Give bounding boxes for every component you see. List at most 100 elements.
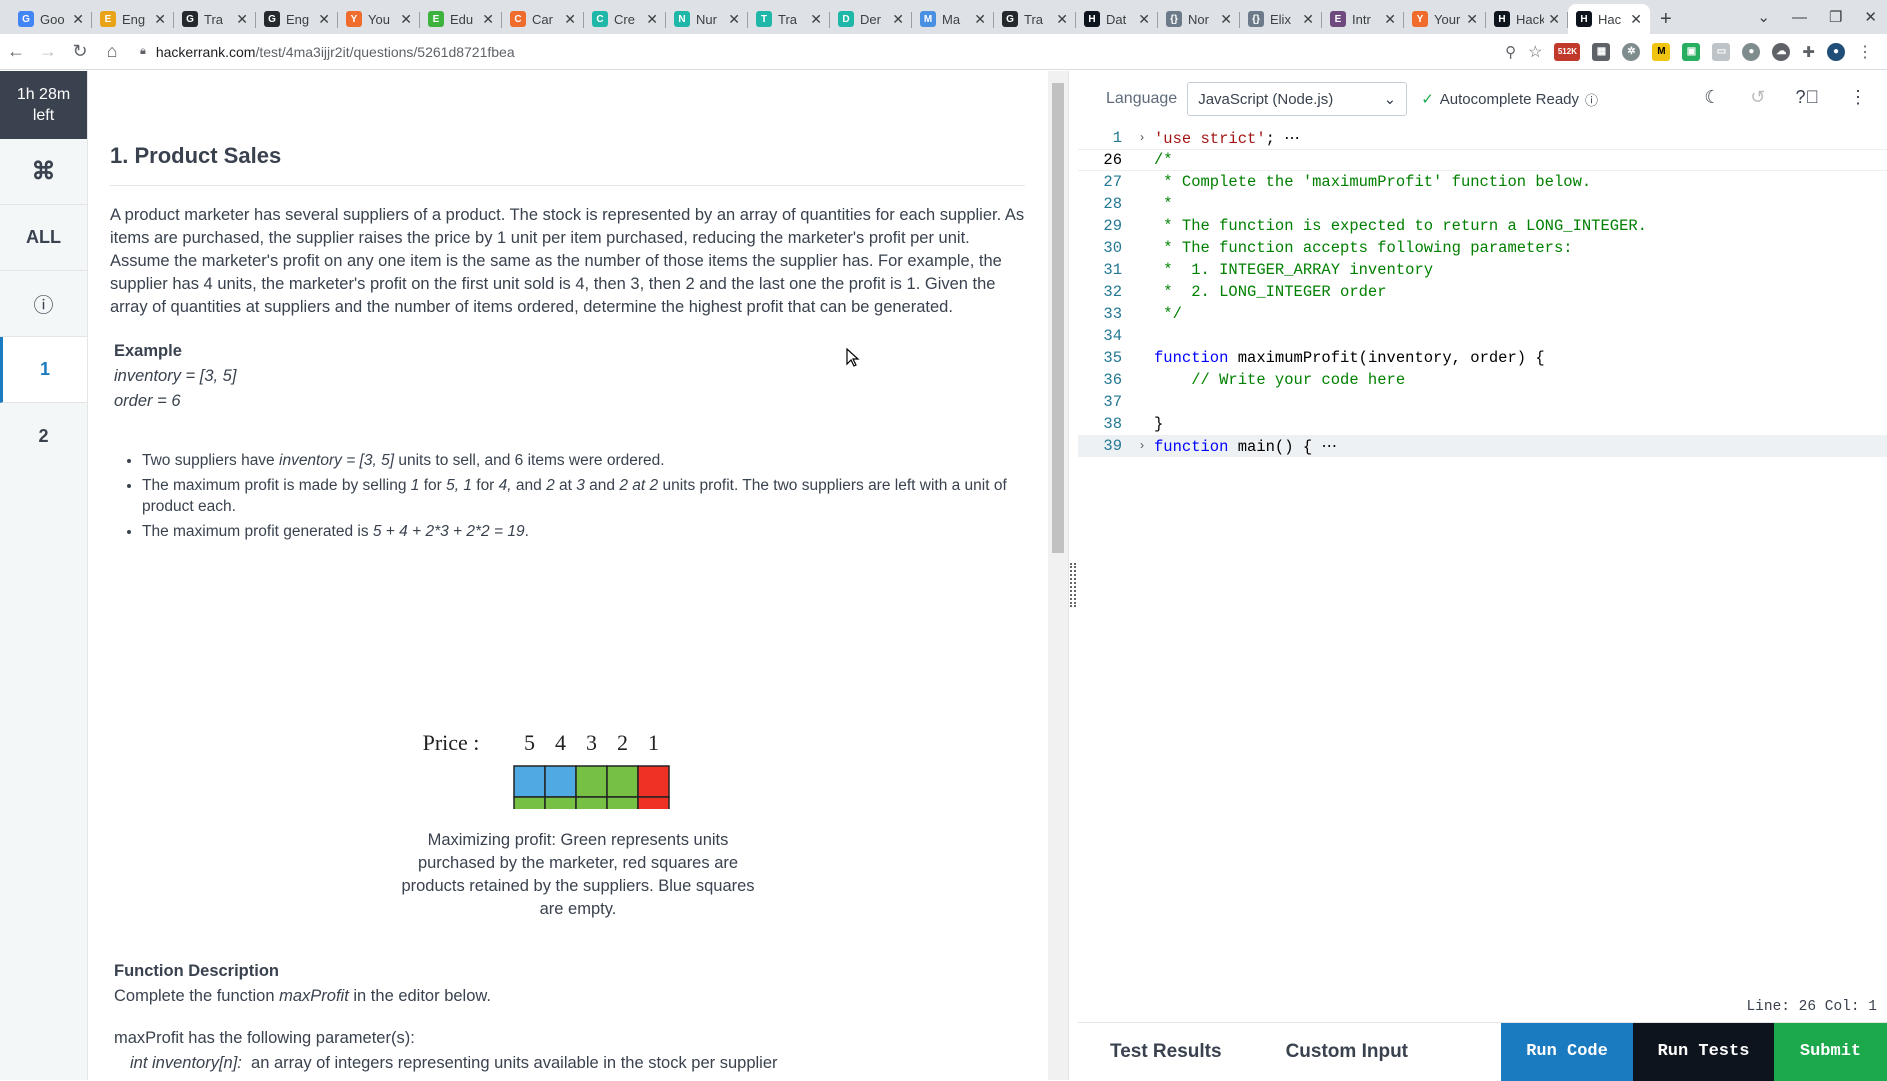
more-options-icon[interactable]: ⋮ xyxy=(1849,87,1867,108)
browser-tab[interactable]: Y Your ap✕ xyxy=(1404,4,1486,34)
home-icon[interactable]: ⌂ xyxy=(96,41,128,62)
tab-close-icon[interactable]: ✕ xyxy=(482,11,494,28)
tab-close-icon[interactable]: ✕ xyxy=(974,11,986,28)
browser-tab[interactable]: E Eng ✕ xyxy=(92,4,174,34)
question-2-button[interactable]: 2 xyxy=(0,403,87,469)
tab-search-icon[interactable]: ⌄ xyxy=(1757,8,1770,26)
code-line[interactable]: 28 * xyxy=(1078,193,1887,215)
browser-tab[interactable]: G Tra ✕ xyxy=(994,4,1076,34)
browser-tab[interactable]: H Hacker✕ xyxy=(1486,4,1568,34)
command-icon[interactable]: ⌘ xyxy=(0,139,87,205)
browser-tab-active[interactable]: H Hac ✕ xyxy=(1568,4,1650,34)
fold-chevron-icon[interactable]: › xyxy=(1130,439,1154,453)
reload-icon[interactable]: ↻ xyxy=(64,41,96,62)
green-extension-icon[interactable]: ▣ xyxy=(1682,42,1701,61)
browser-tab[interactable]: H Dat ✕ xyxy=(1076,4,1158,34)
new-tab-icon[interactable]: + xyxy=(1660,4,1672,34)
tab-close-icon[interactable]: ✕ xyxy=(1384,11,1396,28)
code-line[interactable]: 33 */ xyxy=(1078,303,1887,325)
browser-tab[interactable]: M Ma ✕ xyxy=(912,4,994,34)
code-line[interactable]: 38} xyxy=(1078,413,1887,435)
bookmark-star-icon[interactable]: ☆ xyxy=(1528,42,1542,62)
tab-close-icon[interactable]: ✕ xyxy=(1138,11,1150,28)
scrollbar-thumb[interactable] xyxy=(1052,83,1064,553)
forward-icon[interactable]: → xyxy=(32,41,64,62)
problem-scrollbar[interactable] xyxy=(1048,71,1068,1080)
browser-tab[interactable]: C Car ✕ xyxy=(502,4,584,34)
tab-close-icon[interactable]: ✕ xyxy=(646,11,658,28)
browser-tab[interactable]: D Der ✕ xyxy=(830,4,912,34)
browser-tab[interactable]: C Cre ✕ xyxy=(584,4,666,34)
restore-icon[interactable]: ❐ xyxy=(1829,8,1842,26)
question-1-button[interactable]: 1 xyxy=(0,337,87,403)
code-line[interactable]: 30 * The function accepts following para… xyxy=(1078,237,1887,259)
record-extension-icon[interactable]: ● xyxy=(1742,42,1761,61)
tab-close-icon[interactable]: ✕ xyxy=(1302,11,1314,28)
code-line[interactable]: 26 /* xyxy=(1078,149,1887,171)
tab-close-icon[interactable]: ✕ xyxy=(400,11,412,28)
profile-avatar-icon[interactable]: ● xyxy=(1827,42,1845,61)
gear-extension-icon[interactable]: ✲ xyxy=(1622,42,1641,61)
tab-close-icon[interactable]: ✕ xyxy=(1056,11,1068,28)
close-window-icon[interactable]: ✕ xyxy=(1864,8,1877,26)
code-line[interactable]: 1 ›'use strict'; ⋯ xyxy=(1078,127,1887,149)
code-area[interactable]: 1 ›'use strict'; ⋯ 26/* 27 * Complete the '… xyxy=(1078,127,1887,827)
browser-tab[interactable]: G Goo ✕ xyxy=(10,4,92,34)
code-line[interactable]: 31 * 1. INTEGER_ARRAY inventory xyxy=(1078,259,1887,281)
fold-chevron-icon[interactable]: › xyxy=(1130,131,1154,145)
autocomplete-status[interactable]: ✓ Autocomplete Ready ⓘ xyxy=(1421,90,1598,109)
dark-mode-moon-icon[interactable]: ☾ xyxy=(1704,87,1720,108)
tab-close-icon[interactable]: ✕ xyxy=(1548,11,1560,28)
tab-close-icon[interactable]: ✕ xyxy=(318,11,330,28)
gmail-extension-icon[interactable]: 512K xyxy=(1554,42,1581,61)
back-icon[interactable]: ← xyxy=(0,41,32,62)
tab-close-icon[interactable]: ✕ xyxy=(72,11,84,28)
tab-close-icon[interactable]: ✕ xyxy=(728,11,740,28)
tab-test-results[interactable]: Test Results xyxy=(1078,1041,1254,1063)
code-line[interactable]: 39 › function main() { ⋯ xyxy=(1078,435,1887,457)
info-icon[interactable]: ⓘ xyxy=(1585,90,1598,109)
browser-tab[interactable]: G Eng ✕ xyxy=(256,4,338,34)
tab-close-icon[interactable]: ✕ xyxy=(236,11,248,28)
browser-tab[interactable]: E Edu ✕ xyxy=(420,4,502,34)
submit-button[interactable]: Submit xyxy=(1774,1022,1887,1081)
browser-tab[interactable]: N Nur ✕ xyxy=(666,4,748,34)
browser-tab[interactable]: E Intr ✕ xyxy=(1322,4,1404,34)
drag-grip-icon[interactable] xyxy=(1070,563,1076,607)
browser-tab[interactable]: Y You ✕ xyxy=(338,4,420,34)
code-line[interactable]: 27 * Complete the 'maximumProfit' functi… xyxy=(1078,171,1887,193)
puzzle-extensions-icon[interactable]: ✚ xyxy=(1802,43,1815,61)
zoom-icon[interactable]: ⚲ xyxy=(1505,43,1516,61)
code-line[interactable]: 35 function maximumProfit(inventory, orde… xyxy=(1078,347,1887,369)
history-icon[interactable]: ↺ xyxy=(1750,87,1765,108)
code-line[interactable]: 34 xyxy=(1078,325,1887,347)
code-line[interactable]: 36 // Write your code here xyxy=(1078,369,1887,391)
tab-custom-input[interactable]: Custom Input xyxy=(1254,1041,1440,1063)
tab-close-icon[interactable]: ✕ xyxy=(564,11,576,28)
cloud-extension-icon[interactable]: ☁ xyxy=(1772,42,1791,61)
run-code-button[interactable]: Run Code xyxy=(1501,1022,1633,1081)
run-tests-button[interactable]: Run Tests xyxy=(1633,1022,1774,1081)
browser-menu-icon[interactable]: ⋮ xyxy=(1857,42,1873,62)
tab-close-icon[interactable]: ✕ xyxy=(154,11,166,28)
language-select[interactable]: JavaScript (Node.js) ⌄ xyxy=(1187,82,1408,116)
tab-close-icon[interactable]: ✕ xyxy=(1466,11,1478,28)
help-icon[interactable]: ?⃝ xyxy=(1795,87,1819,108)
code-line[interactable]: 32 * 2. LONG_INTEGER order xyxy=(1078,281,1887,303)
tab-close-icon[interactable]: ✕ xyxy=(892,11,904,28)
tab-close-icon[interactable]: ✕ xyxy=(810,11,822,28)
calendar-extension-icon[interactable]: ▦ xyxy=(1592,42,1611,61)
browser-tab[interactable]: G Tra ✕ xyxy=(174,4,256,34)
pane-resize-handle[interactable] xyxy=(1068,71,1078,1080)
all-questions-button[interactable]: ALL xyxy=(0,205,87,271)
info-icon[interactable]: ⓘ xyxy=(0,271,87,337)
code-line[interactable]: 37 xyxy=(1078,391,1887,413)
code-line[interactable]: 29 * The function is expected to return … xyxy=(1078,215,1887,237)
browser-tab[interactable]: {} Elix ✕ xyxy=(1240,4,1322,34)
minimize-icon[interactable]: — xyxy=(1792,9,1807,26)
m-extension-icon[interactable]: M xyxy=(1652,42,1671,61)
browser-tab[interactable]: T Tra ✕ xyxy=(748,4,830,34)
folder-extension-icon[interactable]: ▭ xyxy=(1712,42,1731,61)
tab-close-icon[interactable]: ✕ xyxy=(1630,11,1642,28)
url-field[interactable]: 🔒︎ hackerrank.com/test/4ma3ijjr2it/quest… xyxy=(140,38,1505,66)
